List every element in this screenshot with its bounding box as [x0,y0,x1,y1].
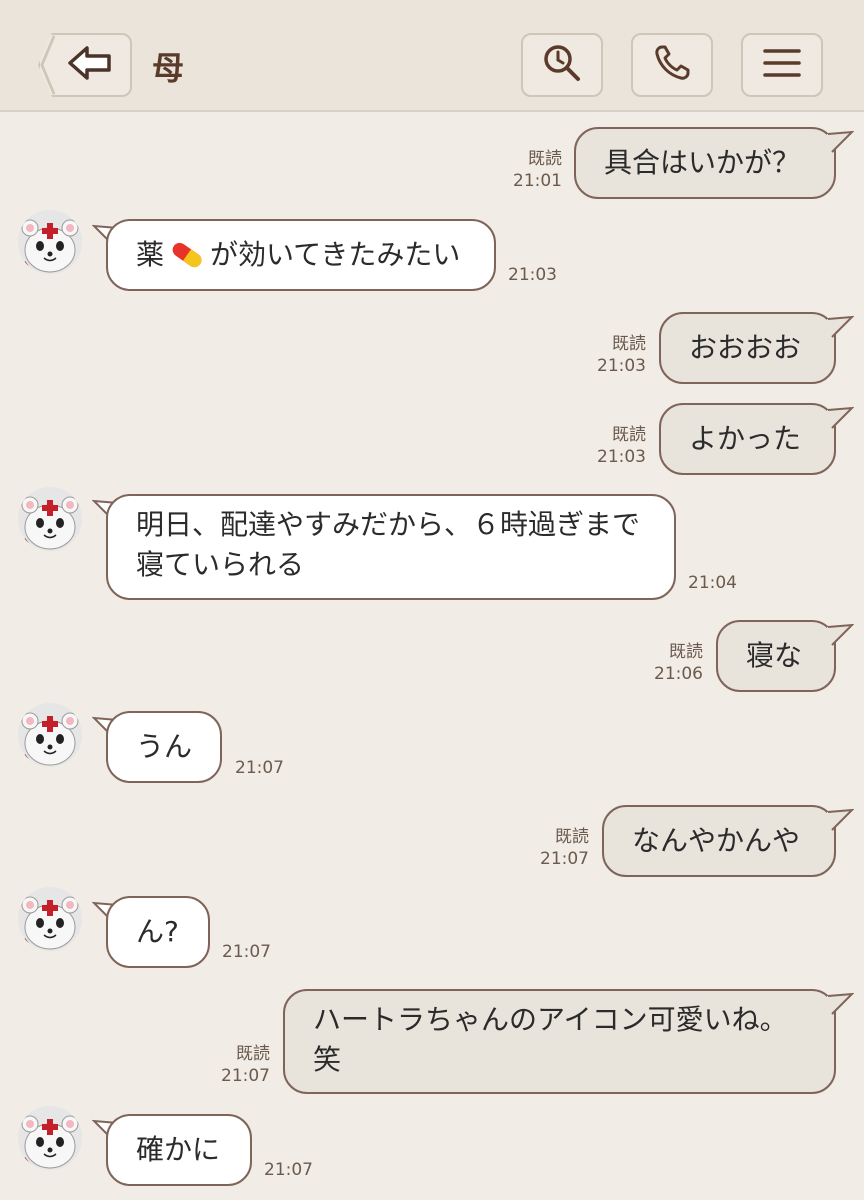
message-text: 寝な [746,639,803,672]
message-text: なんやかんや [632,824,801,857]
message-bubble-incoming[interactable]: 明日、配達やすみだから、６時過ぎまで 寝ていられる [106,494,676,600]
message-text: が効いてきたみたい [210,238,461,271]
message-text-line: 寝ていられる [136,548,305,581]
message-bubble-incoming[interactable]: 薬 が効いてきたみたい [106,219,496,291]
phone-icon [652,43,692,87]
message-text: おおおお [689,331,802,364]
message-bubble-outgoing[interactable]: ハートラちゃんのアイコン可愛いね。 笑 [283,989,836,1094]
back-button-frame [40,35,56,95]
chat-header: 母 [0,0,864,112]
message-text: 薬 [136,238,165,271]
bubble-tail [827,130,854,156]
read-receipt: 既読 [612,334,646,354]
read-receipt: 既読 [236,1044,270,1064]
call-button[interactable] [631,33,713,97]
contact-avatar[interactable] [18,887,82,951]
read-receipt: 既読 [528,149,562,169]
message-meta: 既読 21:01 [500,148,562,192]
timestamp: 21:03 [597,356,646,376]
timestamp: 21:01 [513,171,562,191]
bubble-tail [827,315,854,341]
timestamp: 21:06 [654,664,703,684]
read-receipt: 既読 [669,642,703,662]
contact-avatar[interactable] [18,210,82,274]
message-meta: 既読 21:07 [527,826,589,870]
bubble-tail [827,406,854,432]
message-text: 確かに [136,1133,221,1166]
message-meta: 既読 21:06 [641,641,703,685]
chat-title: 母 [152,49,185,87]
message-text: 具合はいかが？ [604,146,801,179]
message-bubble-outgoing[interactable]: おおおお [659,312,836,384]
hamburger-menu-icon [762,46,802,84]
read-receipt: 既読 [555,827,589,847]
timestamp: 21:03 [508,265,557,285]
back-button[interactable] [38,33,132,97]
bubble-tail [827,808,854,834]
menu-button[interactable] [741,33,823,97]
message-meta: 既読 21:03 [584,424,646,468]
timestamp: 21:07 [221,1066,270,1086]
timestamp: 21:07 [264,1160,313,1180]
contact-avatar[interactable] [18,703,82,767]
message-meta: 既読 21:03 [584,333,646,377]
message-meta: 既読 21:07 [208,1043,270,1087]
contact-avatar[interactable] [18,487,82,551]
timestamp: 21:04 [688,573,737,593]
search-button[interactable] [521,33,603,97]
message-text-line: ハートラちゃんのアイコン可愛いね。 [313,1003,788,1036]
message-text: うん [136,730,193,763]
message-text: ん? [136,915,179,948]
bubble-tail [827,992,854,1018]
timestamp: 21:07 [540,849,589,869]
message-bubble-outgoing[interactable]: なんやかんや [602,805,836,877]
message-bubble-outgoing[interactable]: 具合はいかが？ [574,127,836,199]
message-bubble-incoming[interactable]: 確かに [106,1114,252,1186]
timestamp: 21:07 [235,758,284,778]
message-bubble-outgoing[interactable]: よかった [659,403,836,475]
message-text: よかった [689,422,802,455]
bubble-tail [827,623,854,649]
timestamp: 21:07 [222,942,271,962]
search-icon [541,42,583,88]
message-bubble-outgoing[interactable]: 寝な [716,620,836,692]
read-receipt: 既読 [612,425,646,445]
pill-emoji-icon [168,240,206,270]
message-bubble-incoming[interactable]: うん [106,711,222,783]
message-text-line: 笑 [313,1043,342,1076]
contact-avatar[interactable] [18,1106,82,1170]
message-bubble-incoming[interactable]: ん? [106,896,210,968]
message-text-line: 明日、配達やすみだから、６時過ぎまで [136,508,641,541]
timestamp: 21:03 [597,447,646,467]
